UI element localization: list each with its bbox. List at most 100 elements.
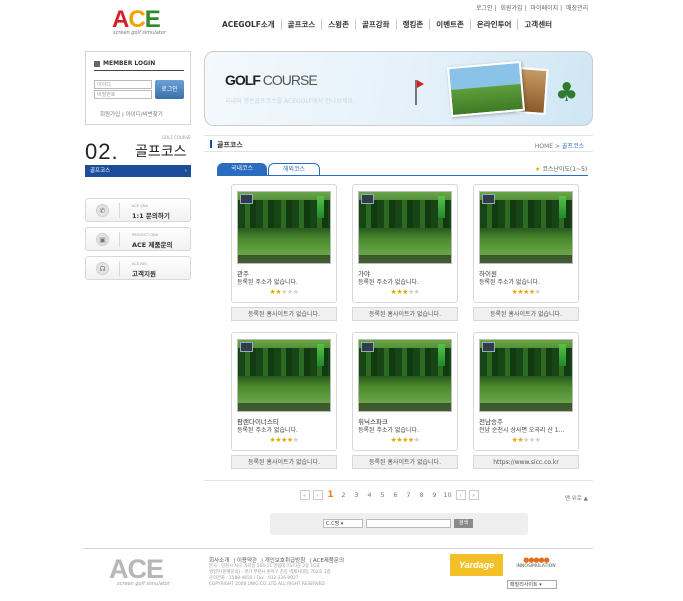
course-screenshot[interactable]: [358, 339, 452, 412]
nav-customer-center[interactable]: 고객센터: [517, 19, 558, 30]
chevron-down-icon: ▾: [539, 582, 542, 588]
difficulty-rating: ★★★★★: [231, 436, 337, 444]
nav-ranking[interactable]: 랭킹존: [395, 19, 430, 30]
utility-links: 로그인 | 회원가입 | 마이페이지 | 매장관리: [476, 5, 589, 12]
course-homepage-button[interactable]: 등록된 홈사이트가 없습니다.: [473, 307, 579, 321]
footer-info: 본사 : 인천시 서구 가좌동 564-11 영림테크노타운 2동 10호 영업…: [209, 564, 331, 587]
join-link[interactable]: 회원가입: [501, 5, 523, 12]
first-page-button[interactable]: «: [299, 490, 310, 500]
course-card[interactable]: 팜랜다이너스티 등록된 주소가 없습니다. ★★★★★: [231, 332, 337, 451]
search-button[interactable]: 검색: [454, 519, 473, 528]
page-link[interactable]: 6: [391, 490, 401, 500]
page-link[interactable]: 8: [417, 490, 427, 500]
password-input[interactable]: 비밀번호: [94, 90, 152, 99]
star-empty-icon: ★: [413, 288, 420, 296]
course-screenshot[interactable]: [479, 339, 573, 412]
title-bar-icon: [210, 140, 212, 148]
innosimulation-logo-icon: ●●●●●: [523, 556, 550, 564]
prev-page-button[interactable]: ‹: [312, 490, 323, 500]
search-input[interactable]: [366, 519, 451, 528]
course-address: 등록된 주소가 없습니다.: [358, 427, 419, 434]
family-site-select[interactable]: 패밀리사이트 ▾: [507, 580, 557, 589]
nav-swing-zone[interactable]: 스윙존: [321, 19, 355, 30]
page-link[interactable]: 5: [378, 490, 388, 500]
nav-about[interactable]: ACEGOLF소개: [216, 19, 281, 30]
tab-overseas[interactable]: 해외코스: [268, 163, 320, 175]
course-card[interactable]: 휘닉스파크 등록된 주소가 없습니다. ★★★★★: [352, 332, 458, 451]
login-button[interactable]: 로그인: [155, 80, 184, 99]
course-screenshot[interactable]: [237, 191, 331, 264]
page-link[interactable]: 4: [365, 490, 375, 500]
star-empty-icon: ★: [534, 288, 541, 296]
quick-qna-button[interactable]: ✆ ACE QNA 1:1 문의하기: [85, 198, 191, 222]
next-page-button[interactable]: ›: [455, 490, 466, 500]
mouse-icon: ✆: [96, 204, 109, 217]
mypage-link[interactable]: 마이페이지: [531, 5, 559, 12]
nav-online-tour[interactable]: 온라인투어: [469, 19, 518, 30]
header: ACE screen golf simulator 로그인 | 회원가입 | 마이페…: [0, 0, 683, 44]
course-address: 등록된 주소가 없습니다.: [237, 427, 298, 434]
section-name: 골프코스: [135, 144, 187, 160]
page-title: 골프코스: [217, 141, 243, 149]
nav-golf-course[interactable]: 골프코스: [280, 19, 322, 30]
quick-product-button[interactable]: ▣ PRODUCT QNA ACE 제품문의: [85, 227, 191, 251]
section-tiny-label: GOLF COURSE: [162, 135, 191, 140]
page-link[interactable]: 2: [339, 490, 349, 500]
course-address: 등록된 주소가 없습니다.: [479, 279, 540, 286]
course-homepage-button[interactable]: https://www.sicc.co.kr: [473, 455, 579, 469]
tab-domestic[interactable]: 국내코스: [217, 163, 267, 175]
chevron-right-icon: ›: [184, 168, 187, 174]
course-card[interactable]: 하이원 등록된 주소가 없습니다. ★★★★★: [473, 184, 579, 303]
course-homepage-button[interactable]: 등록된 홈사이트가 없습니다.: [352, 307, 458, 321]
star-empty-icon: ★: [534, 436, 541, 444]
banner-subtitle: 국내외 명문골프코스를 ACEGOLF에서 만나보세요.: [225, 98, 355, 105]
star-icon: ★: [535, 166, 541, 173]
partner-innosimulation[interactable]: ●●●●● INNOSIMULATION: [512, 556, 560, 576]
page-link[interactable]: 7: [404, 490, 414, 500]
content-divider: [204, 480, 593, 481]
login-links[interactable]: 회원가입 | 아이디/비번찾기: [100, 110, 163, 118]
login-link[interactable]: 로그인: [476, 5, 493, 12]
product-icon: ▣: [96, 233, 109, 246]
partner-yardage[interactable]: Yardage: [450, 554, 503, 576]
page-link[interactable]: 1: [326, 490, 336, 500]
star-empty-icon: ★: [413, 436, 420, 444]
id-input[interactable]: 아이디: [94, 80, 152, 89]
course-homepage-button[interactable]: 등록된 홈사이트가 없습니다.: [352, 455, 458, 469]
login-divider: [94, 70, 184, 71]
course-homepage-button[interactable]: 등록된 홈사이트가 없습니다.: [231, 307, 337, 321]
page-link[interactable]: 3: [352, 490, 362, 500]
breadcrumb: HOME > 골프코스: [534, 143, 584, 150]
tab-divider: [217, 175, 588, 176]
course-card[interactable]: 가야 등록된 주소가 없습니다. ★★★★★: [352, 184, 458, 303]
course-screenshot[interactable]: [358, 191, 452, 264]
course-homepage-button[interactable]: 등록된 홈사이트가 없습니다.: [231, 455, 337, 469]
nav-event[interactable]: 이벤트존: [429, 19, 470, 30]
footer-menu: 회사소개 | 이용약관 | 개인보호취급방침 | ACE제품문의: [209, 558, 345, 564]
ace-logo[interactable]: ACE: [112, 8, 161, 32]
palm-tree-icon: ♣: [555, 78, 579, 108]
page-link[interactable]: 9: [430, 490, 440, 500]
page-link[interactable]: 10: [443, 490, 453, 500]
breadcrumb-home[interactable]: HOME: [535, 143, 553, 150]
last-page-button[interactable]: »: [468, 490, 479, 500]
course-card[interactable]: 전남승주 전남 순천시 상사면 오곡리 산 1... ★★★★★: [473, 332, 579, 451]
scroll-top-link[interactable]: 맨 위로 ▲: [565, 494, 588, 502]
course-address: 전남 순천시 상사면 오곡리 산 1...: [479, 427, 565, 434]
difficulty-rating: ★★★★★: [473, 436, 579, 444]
course-screenshot[interactable]: [237, 339, 331, 412]
section-number: 02.: [85, 139, 119, 164]
logo-subtitle: screen golf simulator: [113, 30, 166, 36]
quick-faq-button[interactable]: ☊ ACE FAQ 고객지원: [85, 256, 191, 280]
course-screenshot[interactable]: [479, 191, 573, 264]
nav-lessons[interactable]: 골프강좌: [354, 19, 396, 30]
search-category-select[interactable]: C.C명 ▾: [323, 519, 363, 528]
golf-course-banner: GOLF COURSE 국내외 명문골프코스를 ACEGOLF에서 만나보세요.…: [204, 51, 593, 126]
store-admin-link[interactable]: 매장관리: [566, 5, 588, 12]
course-card[interactable]: 관주 등록된 주소가 없습니다. ★★★★★: [231, 184, 337, 303]
difficulty-rating: ★★★★★: [231, 288, 337, 296]
headset-icon: ☊: [96, 262, 109, 275]
login-box: MEMBER LOGIN 아이디 비밀번호 로그인 회원가입 | 아이디/비번찾…: [85, 51, 191, 125]
difficulty-rating: ★★★★★: [352, 288, 458, 296]
sidebar-item-golf-course[interactable]: 골프코스 ›: [85, 165, 191, 177]
